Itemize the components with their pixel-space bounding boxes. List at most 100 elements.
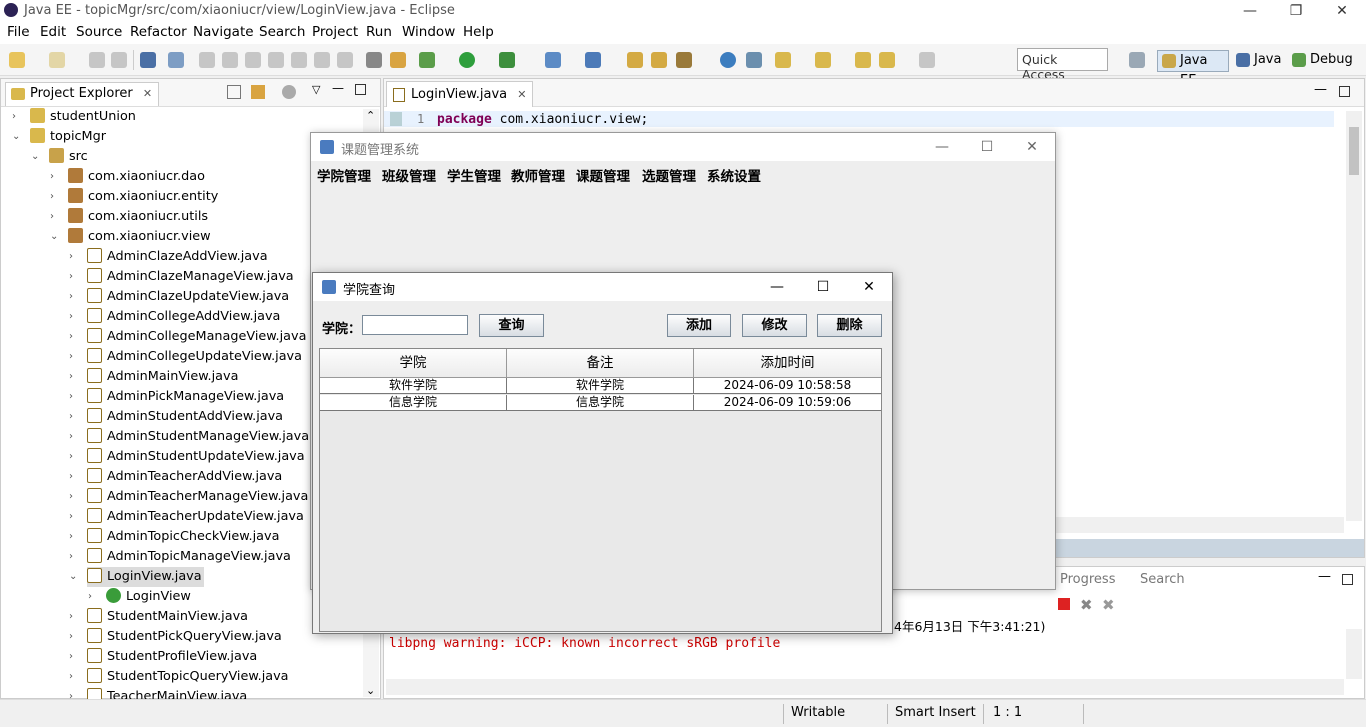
table-row[interactable]: 信息学院 信息学院 2024-06-09 10:59:06 xyxy=(320,395,881,411)
console-icon[interactable] xyxy=(140,52,156,68)
resume-icon[interactable] xyxy=(199,52,215,68)
collapsed-arrow-icon[interactable]: › xyxy=(69,427,81,447)
tree-item[interactable]: › AdminClazeManageView.java xyxy=(69,267,294,287)
tree-item[interactable]: › AdminStudentAddView.java xyxy=(69,407,283,427)
dialog-minimize-button[interactable]: — xyxy=(754,273,800,301)
add-button[interactable]: 添加 xyxy=(667,314,731,337)
maximize-editor-icon[interactable] xyxy=(1339,86,1350,97)
use-step-filters-icon[interactable] xyxy=(366,52,382,68)
menu-run[interactable]: Run xyxy=(366,24,392,40)
project-explorer-tab[interactable]: Project Explorer ✕ xyxy=(5,82,160,106)
step-into-icon[interactable] xyxy=(291,52,307,68)
quick-access-field[interactable]: Quick Access xyxy=(1017,48,1108,82)
menu-student[interactable]: 学生管理 xyxy=(447,165,501,185)
terminate-icon[interactable] xyxy=(1058,598,1070,610)
perspective-debug[interactable]: Debug xyxy=(1288,50,1354,72)
expanded-arrow-icon[interactable]: ⌄ xyxy=(69,567,81,587)
delete-button[interactable]: 删除 xyxy=(817,314,882,337)
app-close-button[interactable]: ✕ xyxy=(1009,133,1055,161)
tree-item[interactable]: › StudentTopicQueryView.java xyxy=(69,667,289,687)
expanded-arrow-icon[interactable]: ⌄ xyxy=(50,227,62,247)
menu-refactor[interactable]: Refactor xyxy=(130,24,187,40)
tab-search[interactable]: Search xyxy=(1140,572,1185,587)
collapsed-arrow-icon[interactable]: › xyxy=(69,367,81,387)
tree-item[interactable]: › LoginView xyxy=(88,587,191,607)
run-icon[interactable] xyxy=(459,52,475,68)
edit-button[interactable]: 修改 xyxy=(742,314,807,337)
next-annotation-icon[interactable] xyxy=(775,52,791,68)
minimize-view-icon[interactable]: — xyxy=(332,81,344,95)
tree-item[interactable]: › AdminCollegeAddView.java xyxy=(69,307,280,327)
disconnect-icon[interactable] xyxy=(268,52,284,68)
tree-item[interactable]: › AdminClazeUpdateView.java xyxy=(69,287,289,307)
suspend-icon[interactable] xyxy=(222,52,238,68)
collapsed-arrow-icon[interactable]: › xyxy=(69,267,81,287)
open-type-icon[interactable] xyxy=(627,52,643,68)
collapsed-arrow-icon[interactable]: › xyxy=(69,487,81,507)
tree-item[interactable]: ⌄ com.xiaoniucr.view xyxy=(50,227,211,247)
app-maximize-button[interactable]: ☐ xyxy=(964,133,1010,161)
code-line-1[interactable]: package com.xiaoniucr.view; xyxy=(437,112,648,127)
collapsed-arrow-icon[interactable]: › xyxy=(50,187,62,207)
restore-button[interactable]: ❐ xyxy=(1273,0,1319,22)
maximize-console-icon[interactable] xyxy=(1342,574,1353,585)
link-editor-icon[interactable] xyxy=(251,85,265,99)
college-search-input[interactable] xyxy=(362,315,468,335)
run-external-icon[interactable] xyxy=(499,52,515,68)
new-class-icon[interactable] xyxy=(585,52,601,68)
remove-launch-icon[interactable]: ✖ xyxy=(1080,596,1093,614)
maximize-view-icon[interactable] xyxy=(355,84,366,95)
expanded-arrow-icon[interactable]: ⌄ xyxy=(31,147,43,167)
tree-item[interactable]: › AdminClazeAddView.java xyxy=(69,247,268,267)
collapsed-arrow-icon[interactable]: › xyxy=(69,307,81,327)
collapsed-arrow-icon[interactable]: › xyxy=(69,447,81,467)
menu-search[interactable]: Search xyxy=(259,24,305,40)
scroll-down-icon[interactable]: ⌄ xyxy=(366,684,375,697)
console-hscrollbar[interactable] xyxy=(386,679,1344,695)
editor-scroll-thumb[interactable] xyxy=(1349,127,1359,175)
collapsed-arrow-icon[interactable]: › xyxy=(69,327,81,347)
collapse-all-icon[interactable] xyxy=(227,85,241,99)
menu-navigate[interactable]: Navigate xyxy=(193,24,254,40)
close-tab-icon[interactable]: ✕ xyxy=(517,88,526,101)
collapsed-arrow-icon[interactable]: › xyxy=(69,627,81,647)
forward-icon[interactable] xyxy=(919,52,935,68)
open-task-icon[interactable] xyxy=(651,52,667,68)
tree-item[interactable]: ⌄ topicMgr xyxy=(12,127,106,147)
collapsed-arrow-icon[interactable]: › xyxy=(69,287,81,307)
skip-breakpoints-icon[interactable] xyxy=(168,52,184,68)
tree-item[interactable]: › AdminMainView.java xyxy=(69,367,238,387)
collapsed-arrow-icon[interactable]: › xyxy=(12,107,24,127)
tree-item[interactable]: › StudentPickQueryView.java xyxy=(69,627,282,647)
tree-item[interactable]: › AdminTopicManageView.java xyxy=(69,547,291,567)
tree-item[interactable]: › AdminCollegeManageView.java xyxy=(69,327,306,347)
editor-vertical-scrollbar[interactable] xyxy=(1346,111,1362,521)
menu-project[interactable]: Project xyxy=(312,24,358,40)
new-package-icon[interactable] xyxy=(49,52,65,68)
menu-class[interactable]: 班级管理 xyxy=(382,165,436,185)
collapsed-arrow-icon[interactable]: › xyxy=(69,407,81,427)
collapsed-arrow-icon[interactable]: › xyxy=(50,207,62,227)
tree-item[interactable]: › AdminTeacherUpdateView.java xyxy=(69,507,304,527)
menu-edit[interactable]: Edit xyxy=(40,24,66,40)
step-return-icon[interactable] xyxy=(337,52,353,68)
menu-pick[interactable]: 选题管理 xyxy=(642,165,696,185)
tree-item[interactable]: › AdminTeacherManageView.java xyxy=(69,487,308,507)
expanded-arrow-icon[interactable]: ⌄ xyxy=(12,127,24,147)
dialog-close-button[interactable]: ✕ xyxy=(846,273,892,301)
close-button[interactable]: ✕ xyxy=(1319,0,1365,22)
collapsed-arrow-icon[interactable]: › xyxy=(69,607,81,627)
collapsed-arrow-icon[interactable]: › xyxy=(69,247,81,267)
focus-icon[interactable] xyxy=(282,85,296,99)
tree-item[interactable]: › AdminStudentManageView.java xyxy=(69,427,309,447)
table-row[interactable]: 软件学院 软件学院 2024-06-09 10:58:58 xyxy=(320,378,881,394)
browser-icon[interactable] xyxy=(720,52,736,68)
column-header-college[interactable]: 学院 xyxy=(320,349,507,378)
tab-progress[interactable]: Progress xyxy=(1060,572,1115,587)
tree-item[interactable]: › AdminCollegeUpdateView.java xyxy=(69,347,302,367)
collapsed-arrow-icon[interactable]: › xyxy=(69,467,81,487)
folding-marker-icon[interactable] xyxy=(390,112,402,126)
collapsed-arrow-icon[interactable]: › xyxy=(69,347,81,367)
dialog-maximize-button[interactable]: ☐ xyxy=(800,273,846,301)
tree-item[interactable]: › AdminStudentUpdateView.java xyxy=(69,447,305,467)
